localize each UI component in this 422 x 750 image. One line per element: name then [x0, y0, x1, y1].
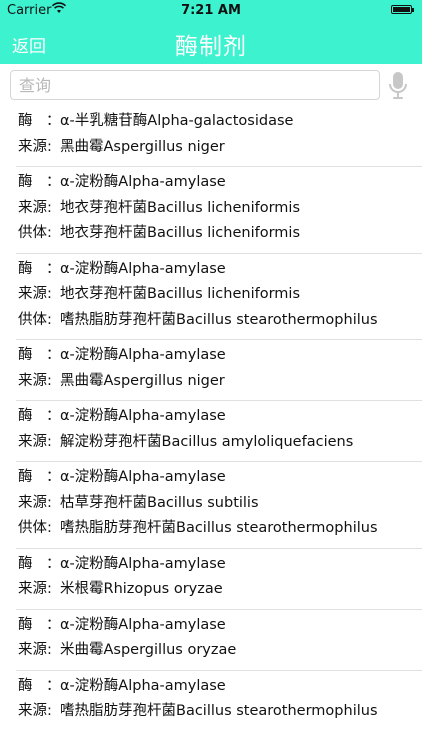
- source-row: 来源: 米曲霉Aspergillus oryzae: [16, 638, 422, 664]
- microphone-icon[interactable]: [388, 71, 408, 101]
- donor-label: 供体:: [18, 520, 52, 536]
- enzyme-colon: ：: [46, 347, 61, 363]
- donor-value: 嗜热脂肪芽孢杆菌Bacillus stearothermophilus: [60, 311, 378, 328]
- donor-value: 地衣芽孢杆菌Bacillus licheniformis: [60, 225, 300, 241]
- enzyme-row: 酶： α-淀粉酶Alpha-amylase: [16, 257, 422, 283]
- source-row: 来源: 嗜热脂肪芽孢杆菌Bacillus stearothermophilus: [16, 699, 422, 725]
- enzyme-value: α-淀粉酶Alpha-amylase: [60, 616, 226, 633]
- enzyme-row: 酶： α-淀粉酶Alpha-amylase: [16, 170, 422, 196]
- battery-icon: [391, 5, 414, 14]
- enzyme-value: α-淀粉酶Alpha-amylase: [60, 555, 226, 572]
- donor-row: 供体: 地衣芽孢杆菌Bacillus licheniformis: [16, 221, 422, 247]
- status-bar: Carrier 7:21 AM: [0, 0, 422, 20]
- enzyme-list: 酶： α-半乳糖苷酶Alpha-galactosidase 来源: 黑曲霉Asperg…: [0, 106, 422, 731]
- enzyme-colon: ：: [46, 469, 61, 485]
- enzyme-value: α-淀粉酶Alpha-amylase: [60, 347, 226, 363]
- enzyme-colon: ：: [46, 408, 61, 424]
- enzyme-row: 酶： α-淀粉酶Alpha-amylase: [16, 343, 422, 369]
- source-value: 嗜热脂肪芽孢杆菌Bacillus stearothermophilus: [60, 703, 378, 719]
- source-row: 来源: 地衣芽孢杆菌Bacillus licheniformis: [16, 282, 422, 308]
- status-time: 7:21 AM: [181, 3, 241, 18]
- list-item[interactable]: 酶： α-淀粉酶Alpha-amylase 来源: 米曲霉Aspergillus or…: [16, 610, 422, 671]
- source-row: 来源: 米根霉Rhizopus oryzae: [16, 577, 422, 603]
- source-label: 来源:: [18, 433, 52, 450]
- enzyme-colon: ：: [46, 555, 61, 572]
- source-value: 解淀粉芽孢杆菌Bacillus amyloliquefaciens: [60, 433, 354, 450]
- enzyme-value: α-淀粉酶Alpha-amylase: [60, 469, 226, 485]
- enzyme-row: 酶： α-半乳糖苷酶Alpha-galactosidase: [16, 109, 422, 135]
- enzyme-row: 酶： α-淀粉酶Alpha-amylase: [16, 552, 422, 578]
- donor-row: 供体: 嗜热脂肪芽孢杆菌Bacillus stearothermophilus: [16, 516, 422, 542]
- search-input[interactable]: [10, 70, 380, 100]
- nav-bar: 返回 酶制剂: [0, 20, 422, 64]
- enzyme-value: α-淀粉酶Alpha-amylase: [60, 260, 226, 277]
- source-row: 来源: 解淀粉芽孢杆菌Bacillus amyloliquefaciens: [16, 430, 422, 456]
- source-row: 来源: 黑曲霉Aspergillus niger: [16, 369, 422, 395]
- list-item[interactable]: 酶： α-淀粉酶Alpha-amylase 来源: 米根霉Rhizopus oryza…: [16, 549, 422, 610]
- enzyme-row: 酶： α-淀粉酶Alpha-amylase: [16, 404, 422, 430]
- source-row: 来源: 枯草芽孢杆菌Bacillus subtilis: [16, 491, 422, 517]
- source-value: 米根霉Rhizopus oryzae: [60, 581, 223, 597]
- source-value: 地衣芽孢杆菌Bacillus licheniformis: [60, 199, 300, 216]
- list-item[interactable]: 酶： α-淀粉酶Alpha-amylase 来源: 解淀粉芽孢杆菌Bacillus a…: [16, 401, 422, 462]
- source-label: 来源:: [18, 138, 52, 155]
- enzyme-colon: ：: [46, 260, 61, 277]
- list-item[interactable]: 酶： α-淀粉酶Alpha-amylase 来源: 嗜热脂肪芽孢杆菌Bacillus …: [16, 671, 422, 731]
- list-item[interactable]: 酶： α-淀粉酶Alpha-amylase 来源: 地衣芽孢杆菌Bacillus li…: [16, 167, 422, 254]
- source-label: 来源:: [18, 199, 52, 216]
- enzyme-row: 酶： α-淀粉酶Alpha-amylase: [16, 674, 422, 700]
- donor-value: 嗜热脂肪芽孢杆菌Bacillus stearothermophilus: [60, 520, 378, 536]
- donor-label: 供体:: [18, 225, 52, 241]
- enzyme-value: α-淀粉酶Alpha-amylase: [60, 677, 226, 694]
- source-label: 来源:: [18, 703, 52, 719]
- page-title: 酶制剂: [175, 34, 247, 60]
- enzyme-colon: ：: [46, 113, 61, 129]
- source-row: 来源: 黑曲霉Aspergillus niger: [16, 135, 422, 161]
- enzyme-row: 酶： α-淀粉酶Alpha-amylase: [16, 613, 422, 639]
- list-item[interactable]: 酶： α-淀粉酶Alpha-amylase 来源: 枯草芽孢杆菌Bacillus su…: [16, 462, 422, 549]
- enzyme-value: α-淀粉酶Alpha-amylase: [60, 408, 226, 424]
- source-value: 米曲霉Aspergillus oryzae: [60, 642, 237, 658]
- source-value: 黑曲霉Aspergillus niger: [60, 138, 225, 155]
- enzyme-value: α-半乳糖苷酶Alpha-galactosidase: [60, 113, 294, 129]
- source-value: 黑曲霉Aspergillus niger: [60, 372, 225, 389]
- source-label: 来源:: [18, 494, 52, 511]
- search-bar: [0, 64, 422, 106]
- enzyme-colon: ：: [46, 174, 61, 190]
- enzyme-row: 酶： α-淀粉酶Alpha-amylase: [16, 465, 422, 491]
- donor-row: 供体: 嗜热脂肪芽孢杆菌Bacillus stearothermophilus: [16, 308, 422, 334]
- list-item[interactable]: 酶： α-半乳糖苷酶Alpha-galactosidase 来源: 黑曲霉Asperg…: [16, 106, 422, 167]
- list-item[interactable]: 酶： α-淀粉酶Alpha-amylase 来源: 黑曲霉Aspergillus ni…: [16, 340, 422, 401]
- enzyme-colon: ：: [46, 616, 61, 633]
- source-label: 来源:: [18, 372, 52, 389]
- enzyme-value: α-淀粉酶Alpha-amylase: [60, 174, 226, 190]
- source-value: 枯草芽孢杆菌Bacillus subtilis: [60, 494, 259, 511]
- source-value: 地衣芽孢杆菌Bacillus licheniformis: [60, 286, 300, 302]
- source-row: 来源: 地衣芽孢杆菌Bacillus licheniformis: [16, 196, 422, 222]
- source-label: 来源:: [18, 286, 52, 302]
- donor-label: 供体:: [18, 311, 52, 328]
- source-label: 来源:: [18, 642, 52, 658]
- enzyme-colon: ：: [46, 677, 61, 694]
- source-label: 来源:: [18, 581, 52, 597]
- list-item[interactable]: 酶： α-淀粉酶Alpha-amylase 来源: 地衣芽孢杆菌Bacillus li…: [16, 254, 422, 340]
